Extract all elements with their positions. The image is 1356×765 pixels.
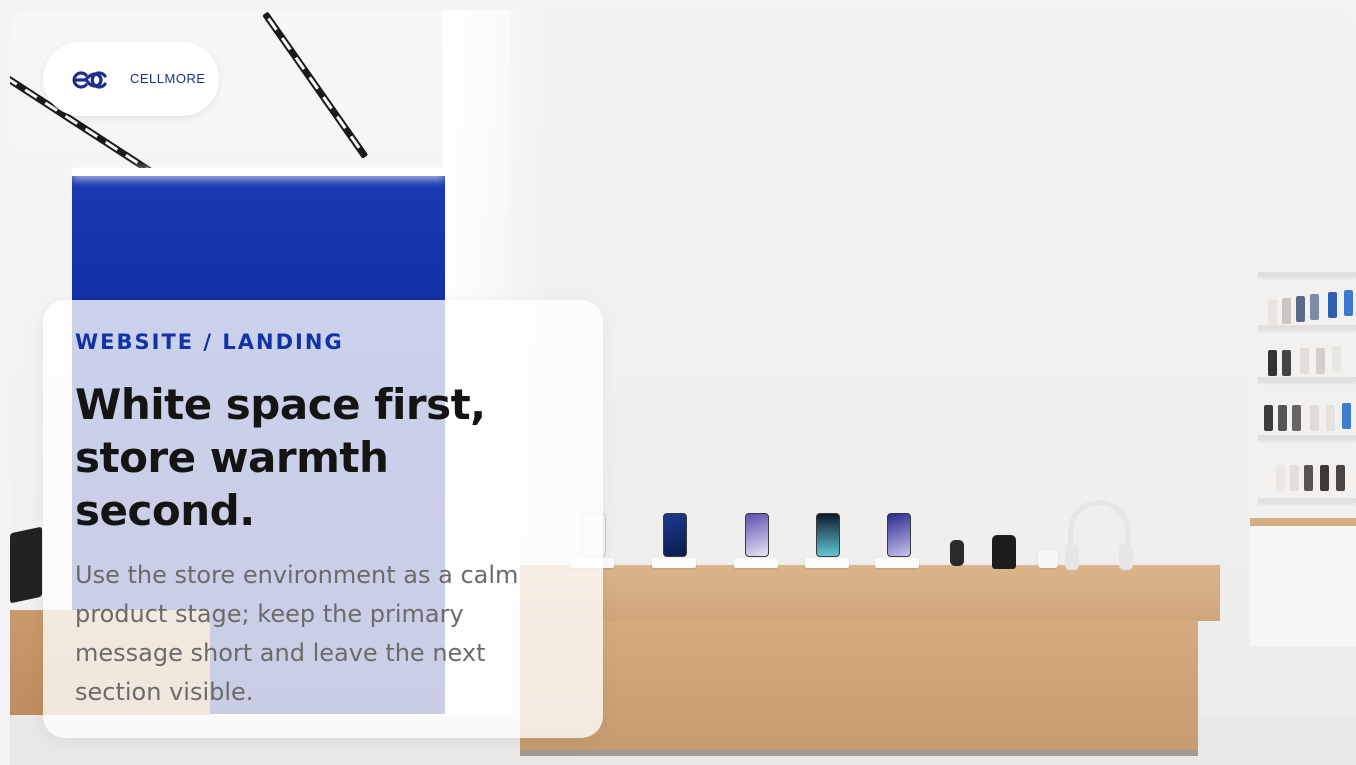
phone-case [1310, 294, 1319, 320]
phone-case [1292, 405, 1301, 431]
hero-card: WEBSITE / LANDING White space first, sto… [43, 300, 603, 738]
display-table-top [520, 565, 1220, 621]
device-stand [734, 558, 778, 568]
shelf [1258, 377, 1356, 382]
display-table-body [520, 621, 1198, 753]
shelf-cabinet [1250, 518, 1356, 646]
display-phone [663, 513, 687, 557]
phone-case [1316, 348, 1325, 374]
phone-case [1264, 405, 1273, 431]
shelf [1258, 435, 1356, 440]
device-stand [652, 558, 696, 568]
phone-case [1268, 300, 1277, 326]
shelf [1258, 498, 1356, 503]
phone-case [1328, 292, 1337, 318]
phone-case [1336, 465, 1345, 491]
device-stand [805, 558, 849, 568]
display-phone [816, 513, 840, 557]
hero-headline: White space first, store warmth second. [75, 380, 486, 535]
phone-case [1300, 348, 1309, 374]
charger-device [1038, 550, 1058, 568]
brand-wordmark: CELLMORE [130, 71, 206, 86]
phone-case [1290, 465, 1299, 491]
phone-case [1296, 296, 1305, 322]
headphones-on-stand [1065, 500, 1133, 570]
ec-monogram-icon [71, 69, 109, 95]
phone-case [1342, 403, 1351, 429]
shelf [1258, 272, 1356, 277]
hero-body-text: Use the store environment as a calm prod… [75, 561, 519, 706]
phone-case [1268, 350, 1277, 376]
phone-case [1276, 465, 1285, 491]
phone-case [1310, 405, 1319, 431]
phone-case [1326, 405, 1335, 431]
phone-case [1304, 465, 1313, 491]
demo-tablet [10, 526, 42, 604]
device-stand [875, 558, 919, 568]
display-phone [887, 513, 911, 557]
phone-case [1320, 465, 1329, 491]
phone-case [1282, 350, 1291, 376]
display-phone [745, 513, 769, 557]
eyebrow-label: WEBSITE / LANDING [75, 330, 344, 354]
smart-speaker [992, 535, 1016, 569]
phone-case [1278, 405, 1287, 431]
display-table-base [520, 750, 1198, 756]
phone-case [1282, 298, 1291, 324]
phone-case [1332, 346, 1341, 372]
hero-section: CELLMORE WEBSITE / LANDING White space f… [10, 10, 1356, 765]
smartwatch-device [950, 540, 964, 566]
brand-logo[interactable]: CELLMORE [43, 42, 219, 116]
phone-case [1344, 290, 1353, 316]
